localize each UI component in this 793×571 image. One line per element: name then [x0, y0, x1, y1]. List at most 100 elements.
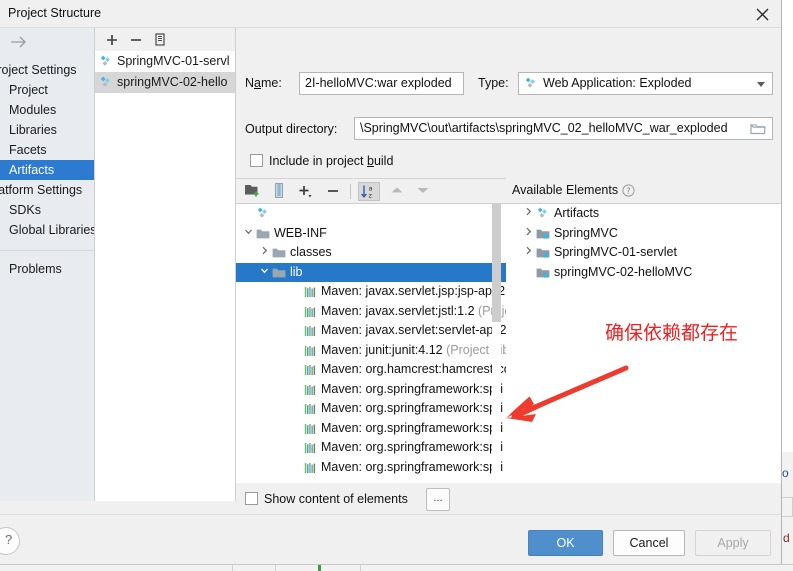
tree-row-label: Maven: org.springframework:spri	[321, 440, 504, 454]
triangle-down-icon[interactable]	[414, 182, 434, 201]
ok-button[interactable]: OK	[528, 530, 603, 556]
tree-row-label: SpringMVC	[554, 225, 618, 240]
add-directory-button[interactable]	[244, 182, 264, 201]
output-directory-input[interactable]: \SpringMVC\out\artifacts\springMVC_02_he…	[354, 117, 773, 140]
tree-row[interactable]: Maven: javax.servlet:servlet-api:2.5	[236, 321, 506, 341]
remove-element-button[interactable]	[324, 182, 342, 201]
tree-row[interactable]: Artifacts	[506, 204, 781, 224]
tree-row[interactable]: Maven: javax.servlet.jsp:jsp-api:2.2	[236, 282, 506, 302]
sidebar-group-platform-settings: Platform Settings	[0, 183, 83, 197]
sidebar-list: Project Settings Project Modules Librari…	[0, 60, 94, 279]
tree-row-label: Maven: junit:junit:4.12 (Project Lib	[321, 342, 506, 357]
close-icon[interactable]	[744, 0, 781, 27]
tree-row[interactable]: Maven: junit:junit:4.12 (Project Lib	[236, 341, 506, 361]
more-options-button[interactable]: ...	[426, 488, 450, 511]
sidebar-item-global-libraries[interactable]: Global Libraries	[0, 220, 94, 240]
tree-row-label: Maven: javax.servlet:jstl:1.2 (Proje	[321, 303, 506, 318]
tree-row[interactable]: Maven: org.springframework:spri	[236, 419, 506, 439]
available-elements-tree[interactable]: Artifacts SpringMVC SpringMVC-01-servlet sp…	[506, 203, 781, 501]
output-tree-vscrollbar-track[interactable]	[492, 204, 501, 500]
tree-row-label: Maven: org.springframework:spri	[321, 381, 504, 396]
background-text-o: о	[782, 466, 789, 480]
background-ide-right-edge: о d	[779, 0, 793, 570]
list-item-label: springMVC-02-hello	[117, 75, 228, 89]
add-element-button[interactable]	[296, 182, 318, 201]
sidebar-item-sdks[interactable]: SDKs	[0, 200, 94, 220]
tree-row-label: Maven: org.hamcrest:hamcrest-cc	[321, 362, 506, 376]
cancel-button[interactable]: Cancel	[613, 530, 685, 556]
type-label: Type:	[478, 76, 509, 90]
show-content-label: Show content of elements	[264, 492, 408, 506]
svg-text:z: z	[369, 192, 373, 200]
tree-row[interactable]: Maven: org.hamcrest:hamcrest-cc	[236, 360, 506, 380]
tree-row[interactable]: springMVC-02-helloMVC	[506, 263, 781, 283]
background-tick	[275, 565, 276, 571]
tree-row[interactable]: SpringMVC	[506, 224, 781, 244]
tree-row[interactable]: Maven: org.springframework:spri	[236, 438, 506, 458]
list-item[interactable]: SpringMVC-01-servl	[95, 51, 235, 72]
tree-twisty-icon[interactable]	[256, 243, 272, 263]
library-icon	[304, 461, 317, 481]
tree-row[interactable]: classes	[236, 243, 506, 263]
show-content-checkbox[interactable]	[245, 492, 258, 505]
settings-sidebar: Project Settings Project Modules Librari…	[0, 28, 95, 501]
background-editor-strip	[782, 0, 793, 452]
copy-artifact-button[interactable]	[151, 31, 169, 49]
tree-row[interactable]: Maven: javax.servlet:jstl:1.2 (Proje	[236, 302, 506, 322]
artifacts-toolbar	[95, 28, 235, 51]
list-item[interactable]: springMVC-02-hello	[95, 72, 235, 93]
arrow-right-icon[interactable]	[8, 34, 32, 52]
project-structure-dialog: Project Structure Project Settings Proje…	[0, 0, 782, 564]
output-layout-tree[interactable]: WEB-INF classes lib Maven: javax.servlet.js…	[236, 203, 506, 501]
tree-row[interactable]: Maven: org.springframework:spri	[236, 380, 506, 400]
sort-az-icon[interactable]: a z	[358, 182, 380, 201]
tree-row[interactable]: Maven: org.springframework:spri	[236, 399, 506, 419]
apply-button[interactable]: Apply	[695, 530, 771, 556]
page-title: Project Structure	[8, 6, 102, 20]
tree-row[interactable]	[236, 204, 506, 224]
dialog-titlebar: Project Structure	[0, 0, 781, 28]
show-content-bar: Show content of elements ...	[236, 483, 781, 513]
sidebar-item-project[interactable]: Project	[0, 80, 94, 100]
include-in-build-label: Include in project build	[269, 154, 394, 168]
question-mark-icon[interactable]: ?	[622, 184, 635, 200]
tree-twisty-icon[interactable]	[520, 224, 536, 244]
list-item-label: SpringMVC-01-servl	[117, 54, 230, 68]
tree-twisty-icon[interactable]	[520, 243, 536, 263]
sidebar-item-artifacts[interactable]: Artifacts	[0, 160, 94, 180]
sidebar-item-modules[interactable]: Modules	[0, 100, 94, 120]
remove-artifact-button[interactable]	[127, 31, 145, 49]
type-select[interactable]: Web Application: Exploded	[518, 72, 773, 95]
background-tick	[360, 565, 361, 571]
triangle-up-icon[interactable]	[388, 182, 408, 201]
folder-browse-icon[interactable]	[750, 122, 766, 139]
tree-row-label: SpringMVC-01-servlet	[554, 245, 677, 259]
tree-twisty-icon[interactable]	[520, 204, 536, 224]
include-in-build-checkbox[interactable]	[250, 154, 263, 167]
sidebar-item-libraries[interactable]: Libraries	[0, 120, 94, 140]
tree-row[interactable]: lib	[236, 262, 506, 283]
tree-row-label: Maven: org.springframework:spri	[321, 401, 504, 415]
tree-twisty-icon[interactable]	[240, 224, 256, 244]
name-input[interactable]: ا2-helloMVC:war exploded	[299, 72, 464, 95]
artifacts-rows: SpringMVC-01-servl springMVC-02-hello	[95, 51, 235, 93]
tree-row[interactable]: Maven: org.springframework:spri	[236, 458, 506, 478]
background-text-d: d	[783, 531, 790, 545]
tree-twisty-icon[interactable]	[256, 263, 272, 283]
archive-icon[interactable]	[272, 182, 288, 201]
sidebar-group-project-settings: Project Settings	[0, 63, 77, 77]
sidebar-item-problems[interactable]: Problems	[0, 250, 94, 279]
type-select-value: Web Application: Exploded	[543, 76, 692, 90]
tree-row-label: Maven: org.springframework:spri	[321, 459, 504, 474]
output-tree-vscrollbar-thumb[interactable]	[492, 204, 501, 322]
chevron-down-icon	[757, 82, 765, 87]
tree-row[interactable]: SpringMVC-01-servlet	[506, 243, 781, 263]
tree-row-label: springMVC-02-helloMVC	[554, 264, 693, 279]
background-tick	[232, 565, 233, 571]
tree-row-label: lib	[290, 264, 303, 279]
add-artifact-button[interactable]	[103, 31, 121, 49]
tree-row[interactable]: WEB-INF	[236, 224, 506, 244]
module-icon	[536, 266, 550, 286]
sidebar-item-facets[interactable]: Facets	[0, 140, 94, 160]
artifact-icon	[99, 75, 113, 93]
